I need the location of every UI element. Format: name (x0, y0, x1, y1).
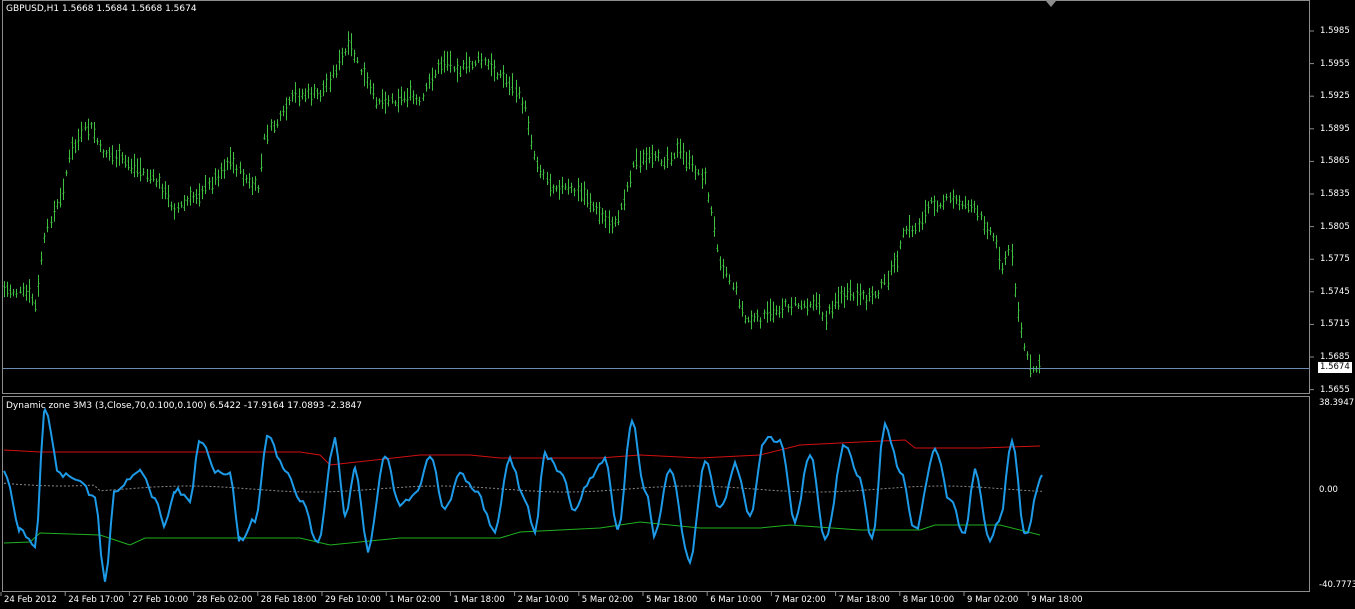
indicator-panel[interactable] (2, 396, 1310, 592)
time-tick-label: 6 Mar 10:00 (710, 595, 762, 605)
indicator-axis-max: 38.3947 (1319, 398, 1355, 408)
time-tick-label: 2 Mar 10:00 (517, 595, 569, 605)
price-tick-label: 1.5865 (1320, 156, 1350, 167)
indicator-title: Dynamic zone 3M3 (3,Close,70,0.100,0.100… (6, 401, 363, 411)
time-tick-label: 5 Mar 02:00 (581, 595, 634, 605)
price-tick-label: 1.5685 (1320, 352, 1350, 362)
price-tick-label: 1.5805 (1320, 221, 1350, 232)
price-tick-label: 1.5895 (1320, 123, 1350, 134)
indicator-axis-zero: 0.00 (1319, 485, 1338, 495)
time-tick-label: 1 Mar 18:00 (453, 595, 505, 605)
time-tick-label: 7 Mar 02:00 (774, 595, 826, 605)
time-tick-label: 24 Feb 2012 (4, 595, 57, 605)
time-tick-label: 7 Mar 18:00 (838, 595, 890, 605)
time-tick-label: 24 Feb 17:00 (68, 595, 124, 605)
price-tick-label: 1.5955 (1320, 58, 1350, 69)
time-tick-label: 29 Feb 10:00 (325, 595, 381, 605)
time-tick-label: 9 Mar 02:00 (967, 595, 1019, 605)
time-tick-label: 28 Feb 18:00 (260, 595, 317, 605)
current-price-label: 1.5674 (1318, 362, 1352, 373)
price-tick-label: 1.5715 (1320, 319, 1350, 330)
price-tick-label: 1.5745 (1320, 286, 1350, 297)
indicator-axis-min: -40.7773 (1319, 580, 1355, 590)
price-tick-label: 1.5925 (1320, 91, 1350, 102)
time-tick-label: 1 Mar 02:00 (389, 595, 441, 605)
time-tick-label: 8 Mar 10:00 (902, 595, 955, 605)
price-tick-label: 1.5775 (1320, 254, 1350, 265)
time-tick-label: 28 Feb 02:00 (196, 595, 253, 605)
time-tick-label: 27 Feb 10:00 (132, 595, 189, 605)
time-tick-label: 5 Mar 18:00 (646, 595, 698, 605)
price-tick-label: 1.5835 (1320, 189, 1350, 199)
time-tick-label: 9 Mar 18:00 (1031, 595, 1083, 605)
price-tick-label: 1.5985 (1320, 26, 1350, 36)
price-tick-label: 1.5655 (1320, 384, 1350, 395)
